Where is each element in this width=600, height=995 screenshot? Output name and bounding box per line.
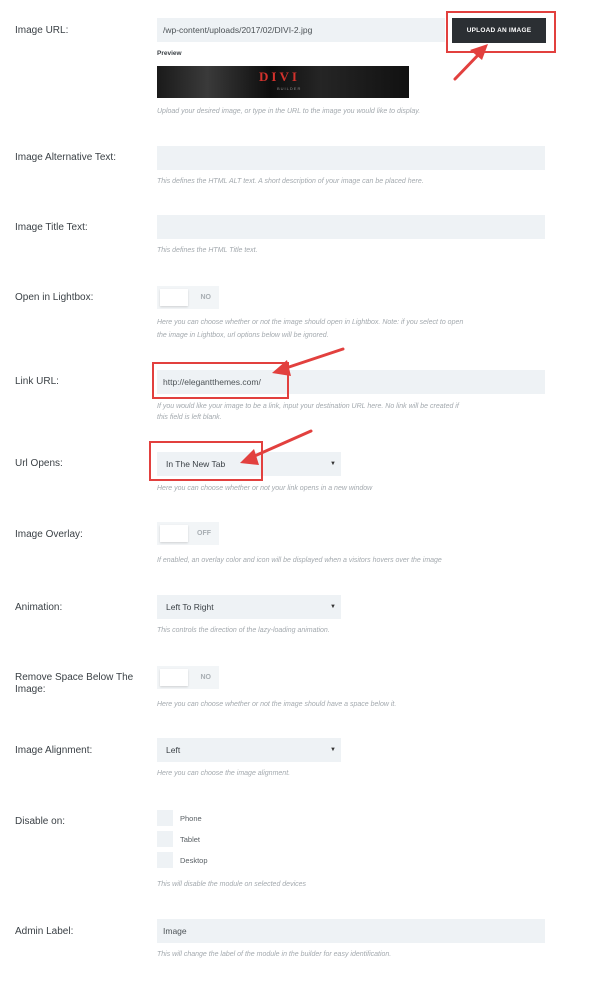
desktop-checkbox[interactable]	[157, 852, 173, 868]
remove-space-description: Here you can choose whether or not the i…	[157, 701, 397, 708]
remove-space-label-line1: Remove Space Below The	[15, 672, 134, 683]
arrow-to-link-url	[281, 347, 345, 371]
overlay-label: Image Overlay:	[15, 529, 83, 540]
upload-button-highlight	[446, 11, 556, 53]
lightbox-label: Open in Lightbox:	[15, 292, 94, 303]
dropdown-arrow-icon: ▼	[330, 604, 336, 610]
desktop-checkbox-label: Desktop	[180, 856, 208, 865]
toggle-state: NO	[200, 674, 212, 681]
image-url-description: Upload your desired image, or type in th…	[157, 108, 421, 115]
url-opens-label: Url Opens:	[15, 458, 63, 469]
toggle-knob	[160, 289, 188, 306]
phone-checkbox[interactable]	[157, 810, 173, 826]
toggle-knob	[160, 525, 188, 542]
admin-label-description: This will change the label of the module…	[157, 951, 392, 958]
image-url-label: Image URL:	[15, 25, 69, 36]
link-url-label: Link URL:	[15, 376, 59, 387]
disable-on-description: This will disable the module on selected…	[157, 881, 307, 888]
alt-text-description: This defines the HTML ALT text. A short …	[157, 178, 424, 185]
preview-label: Preview	[157, 50, 182, 57]
url-opens-highlight	[149, 441, 263, 481]
phone-checkbox-label: Phone	[180, 814, 202, 823]
alt-text-label: Image Alternative Text:	[15, 152, 116, 163]
title-text-description: This defines the HTML Title text.	[157, 247, 258, 254]
dropdown-arrow-icon: ▼	[330, 461, 336, 467]
overlay-toggle[interactable]: OFF	[157, 522, 219, 545]
preview-logo-subtext: BUILDER	[277, 86, 302, 91]
link-url-description-line2: this field is left blank.	[157, 414, 222, 421]
lightbox-toggle[interactable]: NO	[157, 286, 219, 309]
arrow-to-upload-button	[453, 50, 483, 81]
animation-select[interactable]: Left To Right ▼	[157, 595, 341, 619]
alt-text-input[interactable]	[157, 146, 545, 170]
tablet-checkbox[interactable]	[157, 831, 173, 847]
image-preview: DIVI BUILDER	[157, 66, 409, 98]
lightbox-description-line2: the image in Lightbox, url options below…	[157, 332, 329, 339]
lightbox-description-line1: Here you can choose whether or not the i…	[157, 319, 464, 326]
animation-label: Animation:	[15, 602, 63, 613]
disable-on-label: Disable on:	[15, 816, 66, 827]
remove-space-label-line2: Image:	[15, 684, 46, 695]
alignment-select[interactable]: Left ▼	[157, 738, 341, 762]
link-url-highlight	[152, 362, 289, 399]
title-text-label: Image Title Text:	[15, 222, 88, 233]
title-text-input[interactable]	[157, 215, 545, 239]
toggle-knob	[160, 669, 188, 686]
image-url-input[interactable]: /wp-content/uploads/2017/02/DIVI-2.jpg	[157, 18, 445, 42]
alignment-value: Left	[166, 745, 181, 755]
alignment-label: Image Alignment:	[15, 745, 93, 756]
remove-space-toggle[interactable]: NO	[157, 666, 219, 689]
animation-description: This controls the direction of the lazy-…	[157, 627, 330, 634]
toggle-state: OFF	[197, 530, 211, 537]
dropdown-arrow-icon: ▼	[330, 747, 336, 753]
url-opens-description: Here you can choose whether or not your …	[157, 485, 373, 492]
animation-value: Left To Right	[166, 602, 214, 612]
admin-label-label: Admin Label:	[15, 926, 74, 937]
preview-logo-text: DIVI	[259, 69, 300, 84]
overlay-description: If enabled, an overlay color and icon wi…	[157, 557, 442, 564]
admin-label-input[interactable]: Image	[157, 919, 545, 943]
tablet-checkbox-label: Tablet	[180, 835, 201, 844]
alignment-description: Here you can choose the image alignment.	[157, 770, 291, 777]
toggle-state: NO	[200, 294, 212, 301]
